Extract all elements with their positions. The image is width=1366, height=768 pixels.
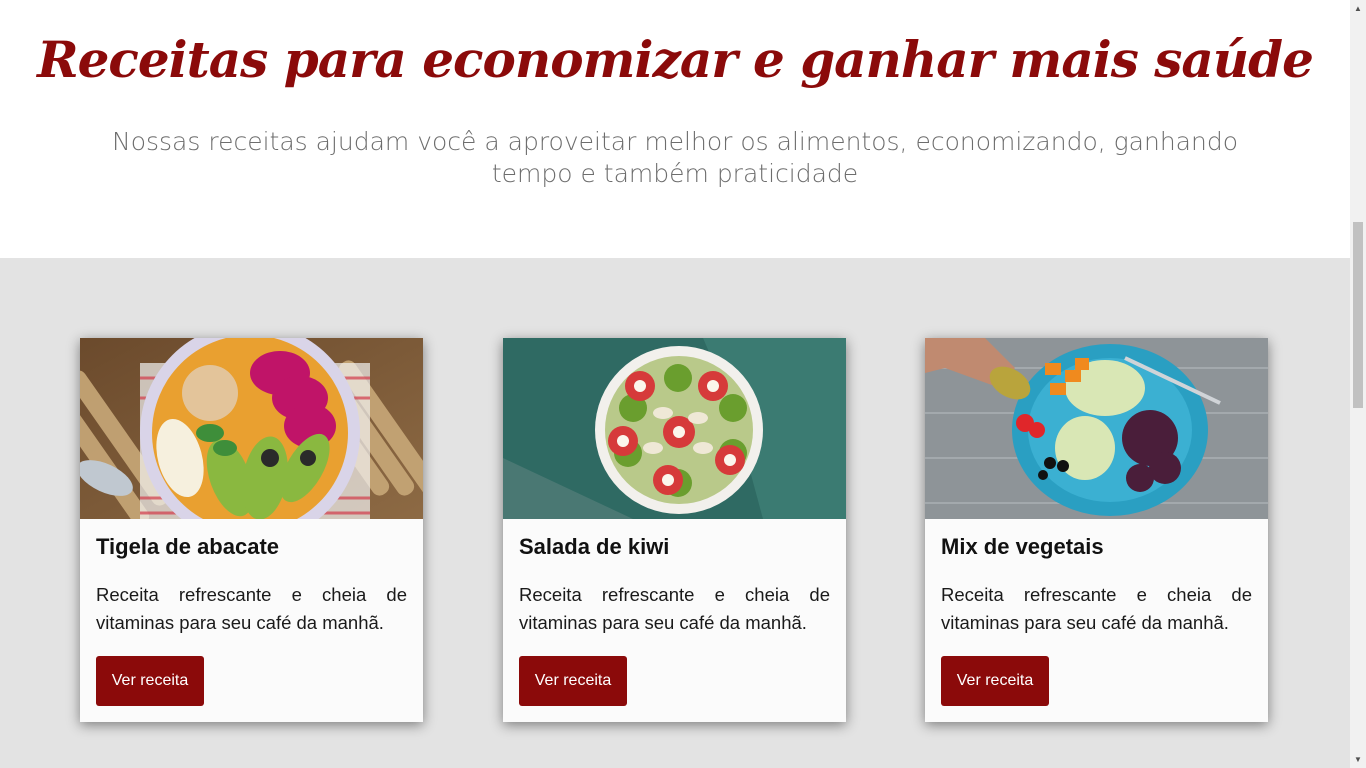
scrollbar-thumb[interactable] [1353, 222, 1363, 408]
scroll-down-arrow-icon[interactable]: ▼ [1350, 751, 1366, 768]
vertical-scrollbar[interactable]: ▲ ▼ [1350, 0, 1366, 768]
recipe-card: Salada de kiwi Receita refrescante e che… [503, 338, 846, 722]
view-recipe-button[interactable]: Ver receita [941, 656, 1049, 706]
page-subtitle: Nossas receitas ajudam você a aproveitar… [112, 127, 1238, 188]
recipe-title: Mix de vegetais [941, 534, 1104, 559]
recipe-title: Tigela de abacate [96, 534, 280, 559]
view-recipe-button[interactable]: Ver receita [519, 656, 627, 706]
recipe-description: Receita refrescante e cheia de vitaminas… [519, 584, 830, 633]
hero-section: Receitas para economizar e ganhar mais s… [0, 0, 1350, 258]
recipe-description: Receita refrescante e cheia de vitaminas… [941, 584, 1252, 633]
scroll-up-arrow-icon[interactable]: ▲ [1350, 0, 1366, 17]
avocado-bowl-image [80, 338, 423, 519]
page-title: Receitas para economizar e ganhar mais s… [37, 30, 1314, 89]
kiwi-salad-image [503, 338, 846, 519]
recipe-title: Salada de kiwi [519, 534, 670, 559]
recipe-card: Mix de vegetais Receita refrescante e ch… [925, 338, 1268, 722]
vegetable-mix-image [925, 338, 1268, 519]
recipe-card: Tigela de abacate Receita refrescante e … [80, 338, 423, 722]
recipes-section: Tigela de abacate Receita refrescante e … [0, 258, 1350, 768]
recipe-description: Receita refrescante e cheia de vitaminas… [96, 584, 407, 633]
view-recipe-button[interactable]: Ver receita [96, 656, 204, 706]
